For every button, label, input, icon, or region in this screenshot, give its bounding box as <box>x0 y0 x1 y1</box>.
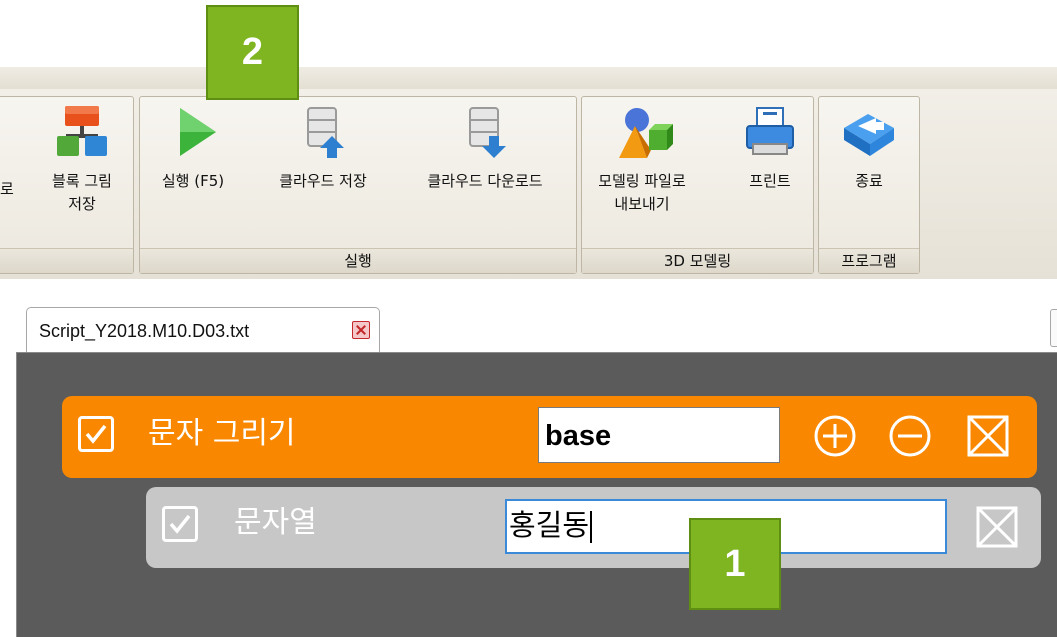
tab-title: Script_Y2018.M10.D03.txt <box>39 321 250 341</box>
cloud-save-button[interactable]: 클라우드 저장 <box>248 100 398 193</box>
close-icon[interactable] <box>352 321 370 339</box>
cloud-download-icon <box>469 107 506 158</box>
run-button-label: 실행 (F5) <box>161 172 225 190</box>
ribbon-tab-bar <box>0 67 1057 90</box>
text-cursor <box>590 511 593 544</box>
delete-box-icon[interactable] <box>966 414 1010 458</box>
string-checkbox[interactable] <box>162 506 198 542</box>
ribbon-group-run-label: 실행 <box>140 248 576 273</box>
play-icon <box>180 108 216 156</box>
checkmark-icon <box>169 514 191 534</box>
draw-text-input[interactable]: base <box>538 407 780 463</box>
ribbon-group-block-label <box>0 248 133 273</box>
3d-shapes-icon <box>619 108 673 158</box>
cloud-download-label: 클라우드 다운로드 <box>427 172 543 190</box>
draw-text-checkbox[interactable] <box>78 416 114 452</box>
ribbon-group-program-label: 프로그램 <box>819 248 919 273</box>
remove-circle-icon[interactable] <box>888 414 932 458</box>
exit-label: 종료 <box>855 172 883 190</box>
export-modeling-file-button[interactable]: 모델링 파일로 내보내기 <box>586 100 698 216</box>
annotation-marker-1: 1 <box>689 518 781 610</box>
export-modeling-label-2: 내보내기 <box>614 195 670 213</box>
exit-button[interactable]: 종료 <box>822 100 916 193</box>
delete-box-icon[interactable] <box>975 505 1019 549</box>
print-label: 프린트 <box>749 172 791 190</box>
printer-icon <box>746 107 794 155</box>
block-image-save-button[interactable]: 블록 그림 저장 <box>36 100 128 216</box>
partial-button-label: 로 <box>0 180 14 198</box>
block-image-save-label-2: 저장 <box>68 195 96 213</box>
annotation-marker-2: 2 <box>206 5 299 100</box>
cloud-upload-icon <box>307 107 344 158</box>
print-button[interactable]: 프린트 <box>732 100 808 193</box>
ribbon-group-3d-modeling-label: 3D 모델링 <box>582 248 813 273</box>
cloud-save-label: 클라우드 저장 <box>279 172 367 190</box>
string-label: 문자열 <box>234 505 317 540</box>
export-modeling-label-1: 모델링 파일로 <box>598 172 686 190</box>
add-circle-icon[interactable] <box>813 414 857 458</box>
top-whitespace <box>0 0 1057 67</box>
tab-script-file[interactable]: Script_Y2018.M10.D03.txt <box>26 307 380 353</box>
cloud-download-button[interactable]: 클라우드 다운로드 <box>399 100 571 193</box>
draw-text-label: 문자 그리기 <box>148 416 296 451</box>
checkmark-icon <box>85 424 107 444</box>
block-image-save-label-1: 블록 그림 <box>52 172 112 190</box>
block-diagram-icon <box>57 106 107 156</box>
tab-scroll-button[interactable] <box>1050 309 1057 347</box>
exit-icon <box>844 114 894 156</box>
string-input-value: 홍길동 <box>509 510 590 542</box>
run-button[interactable]: 실행 (F5) <box>144 100 242 193</box>
